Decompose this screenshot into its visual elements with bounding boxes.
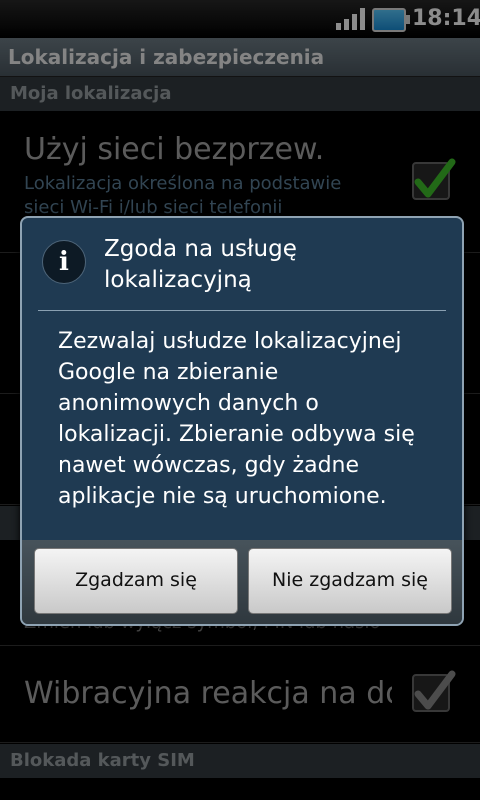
disagree-button-label: Nie zgadzam się [272, 569, 428, 591]
dialog-divider [38, 310, 446, 311]
dialog-button-bar: Zgadzam się Nie zgadzam się [22, 540, 462, 624]
disagree-button[interactable]: Nie zgadzam się [248, 548, 452, 614]
info-icon: i [42, 240, 86, 284]
agree-button[interactable]: Zgadzam się [34, 548, 238, 614]
dialog-message: Zezwalaj usłudze lokalizacyjnej Google n… [58, 329, 415, 509]
consent-dialog: i Zgoda na usługę lokalizacyjną Zezwalaj… [20, 216, 464, 626]
dialog-title: Zgoda na usługę lokalizacyjną [104, 236, 297, 293]
agree-button-label: Zgadzam się [75, 569, 197, 591]
